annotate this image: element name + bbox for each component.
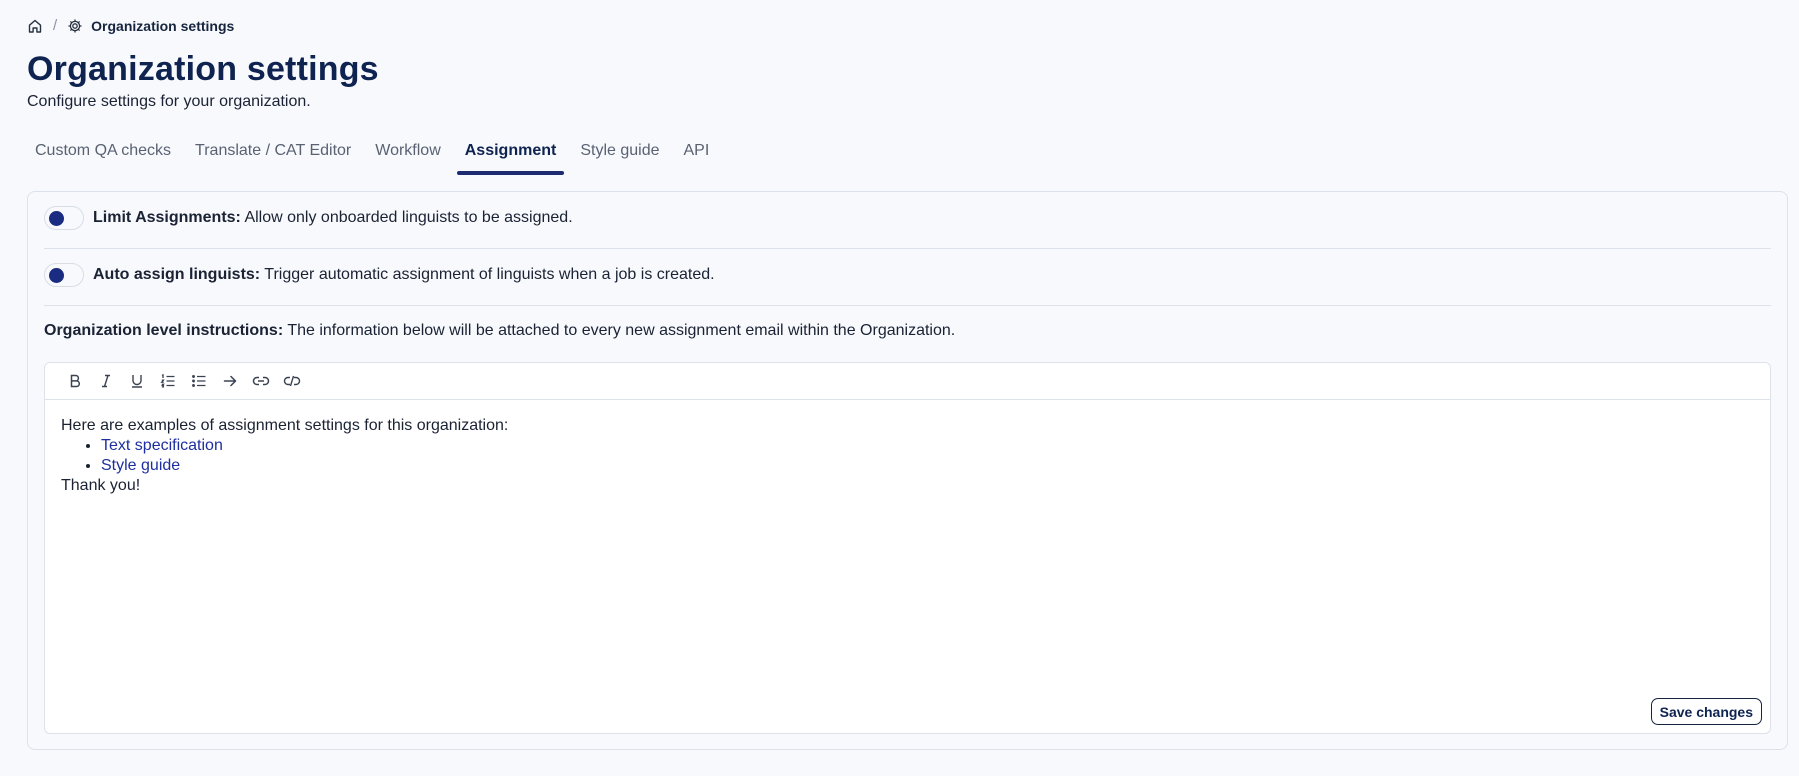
page-subtitle: Configure settings for your organization…: [27, 93, 311, 110]
link-icon[interactable]: [251, 371, 271, 391]
style-guide-link[interactable]: Style guide: [101, 457, 180, 474]
auto-assign-label: Auto assign linguists:: [93, 266, 261, 283]
breadcrumb-current-label: Organization settings: [91, 17, 235, 34]
list-item: Text specification: [101, 436, 1754, 456]
page-title: Organization settings: [27, 50, 379, 88]
breadcrumb-current: Organization settings: [67, 18, 234, 34]
instructions-description: The information below will be attached t…: [287, 322, 956, 339]
tab-translate-cat-editor[interactable]: Translate / CAT Editor: [187, 139, 359, 175]
text-specification-link[interactable]: Text specification: [101, 437, 223, 454]
toggle-knob: [49, 211, 64, 226]
auto-assign-text: Auto assign linguists: Trigger automatic…: [93, 266, 715, 284]
settings-tabs: Custom QA checks Translate / CAT Editor …: [27, 139, 725, 175]
bold-icon[interactable]: [65, 371, 85, 391]
auto-assign-row: Auto assign linguists: Trigger automatic…: [44, 263, 1771, 287]
editor-link-list: Text specification Style guide: [61, 436, 1754, 476]
assignment-settings-panel: Limit Assignments: Allow only onboarded …: [27, 191, 1788, 750]
toggle-knob: [49, 268, 64, 283]
gear-icon: [67, 18, 83, 34]
auto-assign-description: Trigger automatic assignment of linguist…: [264, 266, 715, 283]
limit-assignments-row: Limit Assignments: Allow only onboarded …: [44, 206, 1771, 230]
tab-custom-qa-checks[interactable]: Custom QA checks: [27, 139, 179, 175]
italic-icon[interactable]: [96, 371, 116, 391]
unlink-icon[interactable]: [282, 371, 302, 391]
editor-outro: Thank you!: [61, 477, 141, 494]
limit-assignments-text: Limit Assignments: Allow only onboarded …: [93, 209, 573, 227]
auto-assign-toggle[interactable]: [44, 263, 84, 287]
ordered-list-icon[interactable]: [158, 371, 178, 391]
instructions-text: Organization level instructions: The inf…: [44, 322, 955, 340]
divider: [44, 248, 1771, 249]
tab-workflow[interactable]: Workflow: [367, 139, 449, 175]
home-icon[interactable]: [27, 18, 43, 34]
save-changes-button[interactable]: Save changes: [1650, 698, 1762, 725]
bullet-list-icon[interactable]: [189, 371, 209, 391]
tab-api[interactable]: API: [676, 139, 718, 175]
editor-content[interactable]: Here are examples of assignment settings…: [45, 400, 1770, 512]
limit-assignments-label: Limit Assignments:: [93, 209, 241, 226]
editor-intro: Here are examples of assignment settings…: [61, 417, 509, 434]
list-item: Style guide: [101, 456, 1754, 476]
limit-assignments-toggle[interactable]: [44, 206, 84, 230]
arrow-right-icon[interactable]: [220, 371, 240, 391]
tab-style-guide[interactable]: Style guide: [572, 139, 667, 175]
breadcrumb-separator: /: [53, 17, 58, 34]
instructions-editor: Here are examples of assignment settings…: [44, 362, 1771, 734]
tab-assignment[interactable]: Assignment: [456, 139, 565, 175]
limit-assignments-description: Allow only onboarded linguists to be ass…: [244, 209, 573, 226]
underline-icon[interactable]: [127, 371, 147, 391]
instructions-row: Organization level instructions: The inf…: [44, 322, 1771, 340]
divider: [44, 305, 1771, 306]
breadcrumb: / Organization settings: [27, 17, 234, 34]
editor-toolbar: [45, 363, 1770, 400]
instructions-label: Organization level instructions:: [44, 322, 284, 339]
